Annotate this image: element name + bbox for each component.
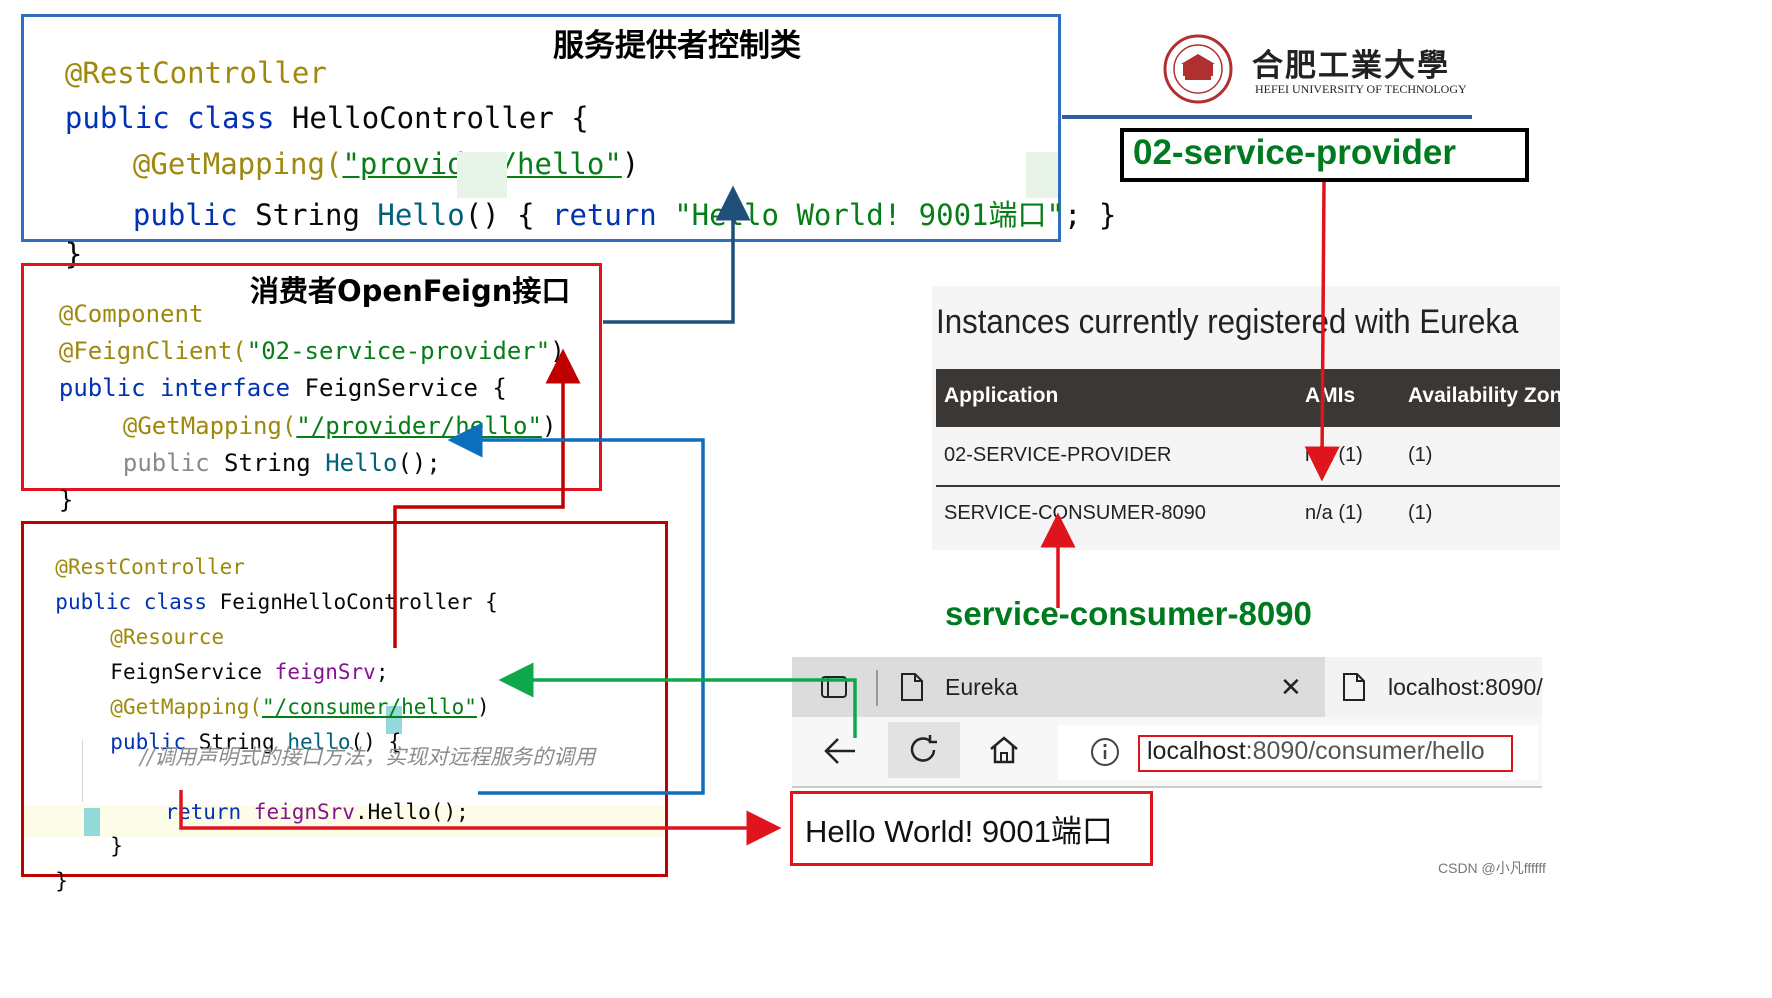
call-to-hello-arrow: [447, 422, 705, 795]
provider-to-eureka-arrow: [1304, 181, 1340, 482]
feignclient-to-provider-arrow: [603, 185, 751, 324]
connector-arrows: [179, 181, 1340, 846]
feignsrv-to-interface-arrow: [393, 348, 581, 648]
browser-to-consumer-arrow: [498, 662, 857, 738]
return-to-response-arrow: [179, 790, 782, 846]
